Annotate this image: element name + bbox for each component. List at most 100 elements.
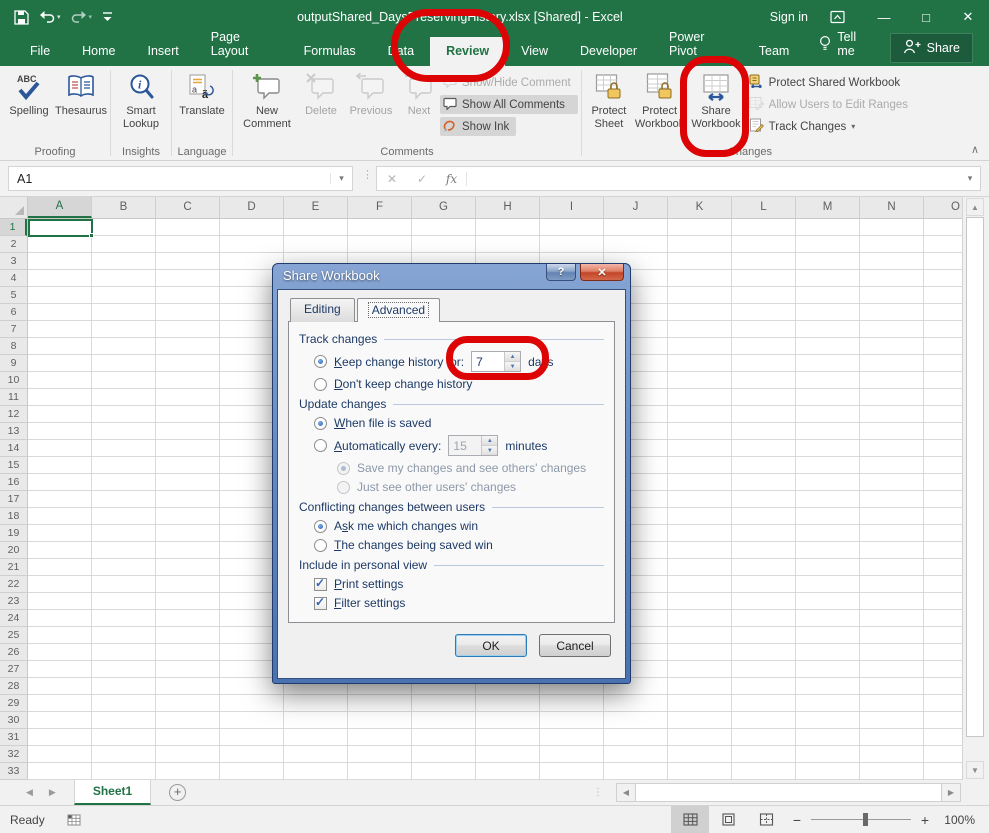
maximize-button[interactable]: □ [905,2,947,32]
tab-insert[interactable]: Insert [132,37,195,66]
column-header-I[interactable]: I [540,197,604,218]
column-header-A[interactable]: A [28,197,92,218]
row-header-15[interactable]: 15 [0,457,27,474]
row-header-6[interactable]: 6 [0,304,27,321]
scroll-down-icon[interactable]: ▼ [966,761,984,779]
keep-change-history-radio[interactable] [314,355,327,368]
collapse-ribbon-icon[interactable]: ∧ [971,143,979,156]
formula-bar-grip-icon[interactable]: ⋮ [362,168,372,181]
sheet-nav-left-icon[interactable]: ◀ [26,787,33,798]
row-header-10[interactable]: 10 [0,372,27,389]
row-header-1[interactable]: 1 [0,219,27,236]
fill-handle[interactable] [89,233,94,238]
when-file-saved-option[interactable]: When file is saved [314,416,604,430]
horizontal-scrollbar[interactable]: ◀ ▶ [616,783,961,802]
minimize-button[interactable]: — [863,2,905,32]
redo-button[interactable]: ▾ [71,10,93,24]
days-spinner[interactable]: ▲▼ [471,351,521,372]
column-header-B[interactable]: B [92,197,156,218]
row-header-23[interactable]: 23 [0,593,27,610]
days-spin-up-icon[interactable]: ▲ [505,352,520,362]
ok-button[interactable]: OK [455,634,527,657]
customize-qat-button[interactable] [102,11,113,23]
row-header-30[interactable]: 30 [0,712,27,729]
column-header-M[interactable]: M [796,197,860,218]
tab-team[interactable]: Team [743,37,806,66]
page-break-preview-button[interactable] [747,806,785,833]
normal-view-button[interactable] [671,806,709,833]
tab-developer[interactable]: Developer [564,37,653,66]
cancel-entry-icon[interactable]: ✕ [377,172,407,186]
column-header-O[interactable]: O [924,197,962,218]
filter-settings-option[interactable]: Filter settings [314,596,604,610]
ribbon-display-options-icon[interactable] [830,10,845,24]
tab-split-grip-icon[interactable]: ⋮ [593,787,602,798]
cancel-button[interactable]: Cancel [539,634,611,657]
name-box[interactable]: A1 ▾ [8,166,353,191]
row-header-28[interactable]: 28 [0,678,27,695]
track-changes-button[interactable]: Track Changes ▾ [746,117,863,136]
column-header-D[interactable]: D [220,197,284,218]
keep-change-history-option[interactable]: Keep change history for: ▲▼ days [314,351,604,372]
zoom-slider[interactable] [811,819,911,820]
tab-advanced[interactable]: Advanced [357,298,440,322]
previous-comment-button[interactable]: Previous [344,68,398,120]
row-header-3[interactable]: 3 [0,253,27,270]
row-header-26[interactable]: 26 [0,644,27,661]
dont-keep-history-option[interactable]: Don't keep change history [314,377,604,391]
filter-settings-checkbox[interactable] [314,597,327,610]
print-settings-option[interactable]: Print settings [314,577,604,591]
column-header-L[interactable]: L [732,197,796,218]
thesaurus-button[interactable]: Thesaurus [55,68,107,120]
selected-cell-a1[interactable] [28,219,93,237]
automatically-every-option[interactable]: Automatically every: ▲▼ minutes [314,435,604,456]
vertical-scroll-thumb[interactable] [966,217,984,737]
row-header-2[interactable]: 2 [0,236,27,253]
tab-data[interactable]: Data [372,37,430,66]
sign-in-button[interactable]: Sign in [770,10,808,24]
days-input[interactable] [472,352,504,371]
next-comment-button[interactable]: Next [398,68,440,120]
tab-formulas[interactable]: Formulas [288,37,372,66]
vertical-scrollbar[interactable]: ▲ ▼ [962,197,989,780]
show-ink-button[interactable]: Show Ink [440,117,516,136]
zoom-slider-thumb[interactable] [863,813,868,826]
new-sheet-button[interactable]: + [169,784,186,801]
row-header-27[interactable]: 27 [0,661,27,678]
dont-keep-history-radio[interactable] [314,378,327,391]
translate-button[interactable]: aã Translate [175,68,229,120]
ask-me-radio[interactable] [314,520,327,533]
row-header-7[interactable]: 7 [0,321,27,338]
sheet-nav-right-icon[interactable]: ▶ [49,787,56,798]
row-header-29[interactable]: 29 [0,695,27,712]
scroll-right-icon[interactable]: ▶ [941,783,961,802]
row-header-11[interactable]: 11 [0,389,27,406]
protect-shared-workbook-button[interactable]: Protect Shared Workbook [746,73,915,92]
row-header-19[interactable]: 19 [0,525,27,542]
row-header-8[interactable]: 8 [0,338,27,355]
row-header-25[interactable]: 25 [0,627,27,644]
macro-record-icon[interactable] [67,814,81,826]
column-header-C[interactable]: C [156,197,220,218]
row-header-9[interactable]: 9 [0,355,27,372]
automatically-every-radio[interactable] [314,439,327,452]
days-spin-down-icon[interactable]: ▼ [505,362,520,371]
row-header-20[interactable]: 20 [0,542,27,559]
share-workbook-button[interactable]: Share Workbook [686,68,745,133]
sheet-tab-sheet1[interactable]: Sheet1 [74,780,151,805]
allow-users-button[interactable]: Allow Users to Edit Ranges [746,95,915,114]
dialog-close-button[interactable]: ✕ [580,264,624,281]
formula-bar[interactable]: ✕ ✓ fx ▾ [376,166,981,191]
redo-caret-icon[interactable]: ▾ [89,13,93,21]
zoom-level[interactable]: 100% [937,813,989,827]
column-header-G[interactable]: G [412,197,476,218]
page-layout-view-button[interactable] [709,806,747,833]
dialog-title-bar[interactable]: Share Workbook ? ✕ [277,264,626,289]
row-header-14[interactable]: 14 [0,440,27,457]
tab-power-pivot[interactable]: Power Pivot [653,23,743,66]
scroll-up-icon[interactable]: ▲ [966,198,984,216]
undo-caret-icon[interactable]: ▾ [57,13,61,21]
row-header-13[interactable]: 13 [0,423,27,440]
column-header-N[interactable]: N [860,197,924,218]
ask-me-option[interactable]: Ask me which changes win [314,519,604,533]
